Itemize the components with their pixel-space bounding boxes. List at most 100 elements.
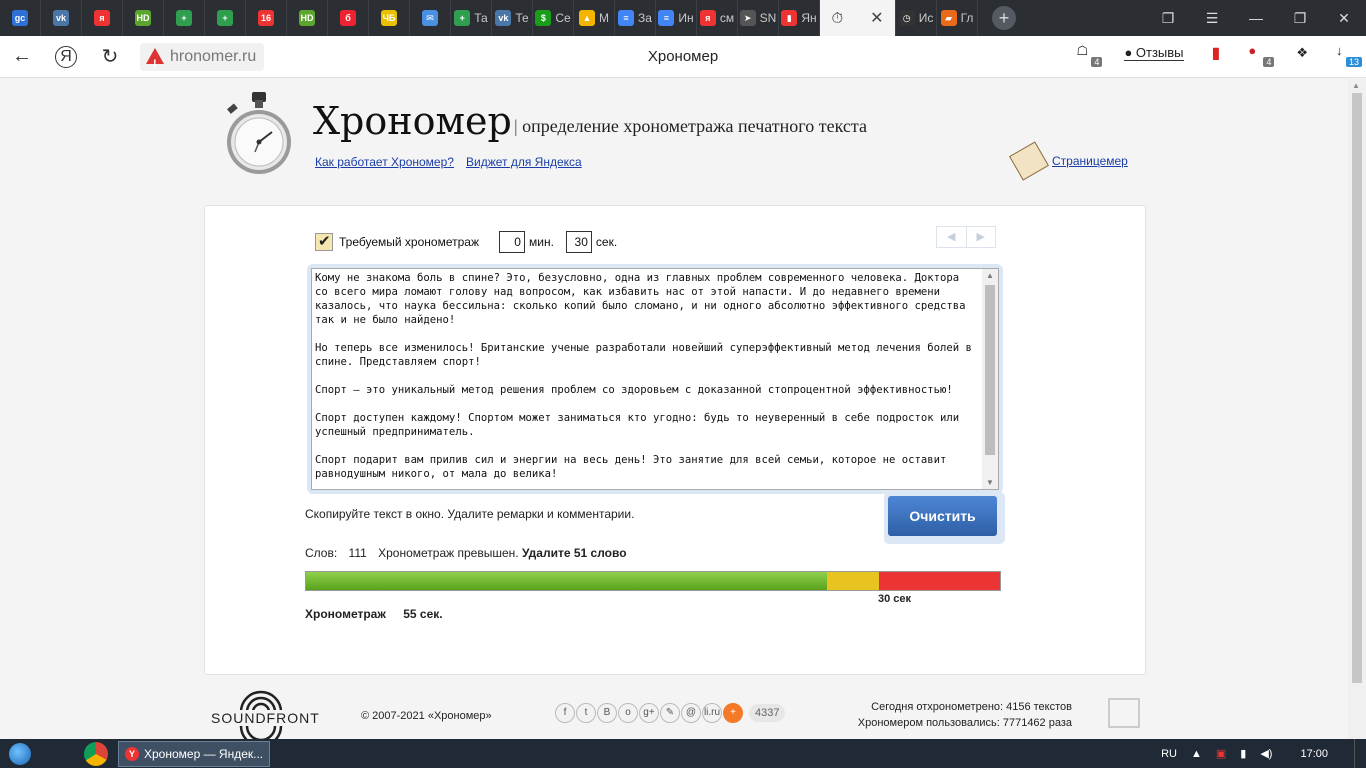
browser-tab[interactable]: я см	[697, 0, 738, 36]
yandex-button[interactable]: Я	[55, 45, 77, 68]
tabs-list-icon[interactable]: ❐	[1146, 10, 1190, 27]
tab-label: Ис	[918, 11, 934, 25]
browser-tab[interactable]: ▲ М	[574, 0, 615, 36]
yandex-widget-link[interactable]: Виджет для Яндекса	[466, 155, 582, 169]
seconds-input[interactable]: 30	[565, 231, 592, 253]
minutes-input[interactable]: 0	[498, 231, 525, 253]
page-content: Хрономер определение хронометража печатн…	[0, 79, 1348, 739]
tab-label: За	[638, 11, 652, 25]
back-button[interactable]: ←	[0, 45, 44, 68]
browser-tab[interactable]: + Та	[451, 0, 492, 36]
browser-tab[interactable]: gc	[0, 0, 41, 36]
browser-tab[interactable]: ✉	[410, 0, 451, 36]
soundfront-logo[interactable]: SOUNDFRONT	[211, 690, 320, 739]
share-button-icon[interactable]: o	[618, 703, 638, 723]
tab-favicon-icon: HD	[135, 10, 151, 26]
tab-active-hronomer[interactable]: ⏱ ✕	[820, 0, 896, 36]
start-button[interactable]	[0, 739, 40, 768]
page-scroll-thumb[interactable]	[1352, 93, 1362, 683]
tray-expand-icon[interactable]: ▲	[1191, 748, 1202, 760]
text-scroll-thumb[interactable]	[985, 285, 995, 455]
scroll-up-icon[interactable]: ▲	[986, 271, 994, 280]
next-arrow-icon[interactable]: ▶	[967, 227, 996, 247]
menu-icon[interactable]: ☰	[1190, 10, 1234, 27]
share-button-icon[interactable]: B	[597, 703, 617, 723]
browser-tab[interactable]: ➤ SN	[738, 0, 779, 36]
close-window-button[interactable]: ✕	[1322, 10, 1366, 27]
pagecounter-link-group[interactable]: Страницемер	[1009, 141, 1128, 181]
stopwatch-icon: ⏱	[831, 9, 844, 27]
exceeded-text: Хронометраж превышен.	[378, 546, 519, 560]
words-count: 111	[348, 546, 367, 560]
bookmark-icon[interactable]: ▮	[1212, 43, 1221, 63]
clear-button[interactable]: Очистить	[888, 496, 997, 536]
url-field[interactable]: hronomer.ru	[140, 43, 265, 78]
text-input-frame: Кому не знакома боль в спине? Это, безус…	[307, 264, 1003, 494]
adblock-icon[interactable]: ● 4	[1248, 43, 1275, 67]
browser-tab[interactable]: ≡ Ин	[656, 0, 697, 36]
browser-tab[interactable]: 16	[246, 0, 287, 36]
browser-tab[interactable]: я	[82, 0, 123, 36]
today-counter: Сегодня отхронометрено: 4156 текстов	[871, 701, 1072, 713]
browser-tab[interactable]: ЧБ	[369, 0, 410, 36]
browser-tab[interactable]: vk	[41, 0, 82, 36]
tab-favicon-icon: vk	[495, 10, 512, 26]
network-warning-icon[interactable]: ▣	[1216, 747, 1226, 760]
browser-tab[interactable]: vk Те	[492, 0, 533, 36]
protect-icon[interactable]: ☖ 4	[1076, 43, 1103, 67]
tab-label: Те	[515, 11, 529, 25]
browser-tab[interactable]: ≡ За	[615, 0, 656, 36]
minimize-button[interactable]: —	[1234, 10, 1278, 26]
word-stats: Слов: 111 Хронометраж превышен. Удалите …	[305, 546, 627, 560]
page-scroll-up-icon[interactable]: ▲	[1352, 81, 1360, 90]
text-scrollbar[interactable]: ▲ ▼	[982, 269, 998, 489]
language-indicator[interactable]: RU	[1161, 748, 1177, 760]
extensions-icon[interactable]: ❖	[1296, 45, 1308, 61]
share-button-icon[interactable]: @	[681, 703, 701, 723]
volume-icon[interactable]: ◀)	[1260, 747, 1272, 760]
browser-tab[interactable]: б	[328, 0, 369, 36]
reload-button[interactable]: ↻	[88, 44, 132, 69]
browser-tab[interactable]: ◷ Ис	[896, 0, 937, 36]
clock[interactable]: 17:00	[1300, 748, 1328, 760]
corner-arrow-icon[interactable]	[1108, 698, 1140, 728]
tab-favicon-icon: ▲	[579, 10, 595, 26]
how-it-works-link[interactable]: Как работает Хрономер?	[315, 155, 454, 169]
new-tab-button[interactable]: +	[992, 6, 1016, 30]
pagecounter-link[interactable]: Страницемер	[1052, 154, 1128, 168]
share-button-icon[interactable]: li.ru	[702, 703, 722, 723]
scroll-down-icon[interactable]: ▼	[986, 478, 994, 487]
share-button-icon[interactable]: +	[723, 703, 743, 723]
tab-label: Ин	[678, 11, 694, 25]
share-button-icon[interactable]: ✎	[660, 703, 680, 723]
share-button-icon[interactable]: t	[576, 703, 596, 723]
share-button-icon[interactable]: g+	[639, 703, 659, 723]
browser-tab[interactable]: ▮ Ян	[779, 0, 820, 36]
insecure-warning-icon[interactable]	[146, 48, 164, 78]
signal-icon[interactable]: ▮	[1240, 747, 1246, 760]
browser-tab[interactable]: HD	[287, 0, 328, 36]
browser-tab[interactable]: HD	[123, 0, 164, 36]
browser-tab[interactable]: +	[164, 0, 205, 36]
close-tab-icon[interactable]: ✕	[870, 8, 883, 28]
tab-favicon-icon: ▰	[940, 10, 957, 26]
tab-favicon-icon: я	[699, 10, 716, 26]
share-button-icon[interactable]: f	[555, 703, 575, 723]
chrome-taskbar-icon[interactable]	[84, 741, 108, 766]
restore-button[interactable]: ❐	[1278, 10, 1322, 27]
downloads-icon[interactable]: ↓ 13	[1336, 43, 1362, 67]
required-duration-checkbox[interactable]	[315, 232, 333, 251]
browser-tab[interactable]: +	[205, 0, 246, 36]
page-scrollbar[interactable]: ▲	[1348, 79, 1366, 739]
show-desktop-button[interactable]	[1354, 739, 1366, 768]
text-input[interactable]: Кому не знакома боль в спине? Это, безус…	[311, 268, 999, 490]
site-title: Хрономер	[313, 99, 512, 143]
required-duration-row: Требуемый хронометраж 0 мин. 30 сек.	[315, 231, 617, 253]
reviews-button[interactable]: ● Отзывы	[1124, 45, 1184, 61]
browser-tab[interactable]: $ Се	[533, 0, 574, 36]
browser-tab[interactable]: ▰ Гл	[937, 0, 978, 36]
duration-result: Хронометраж 55 сек.	[305, 607, 443, 621]
prev-arrow-icon[interactable]: ◀	[937, 227, 967, 247]
taskbar-window-browser[interactable]: Y Хрономер — Яндек...	[118, 740, 270, 767]
timing-panel: Требуемый хронометраж 0 мин. 30 сек. ◀ ▶…	[204, 205, 1146, 675]
